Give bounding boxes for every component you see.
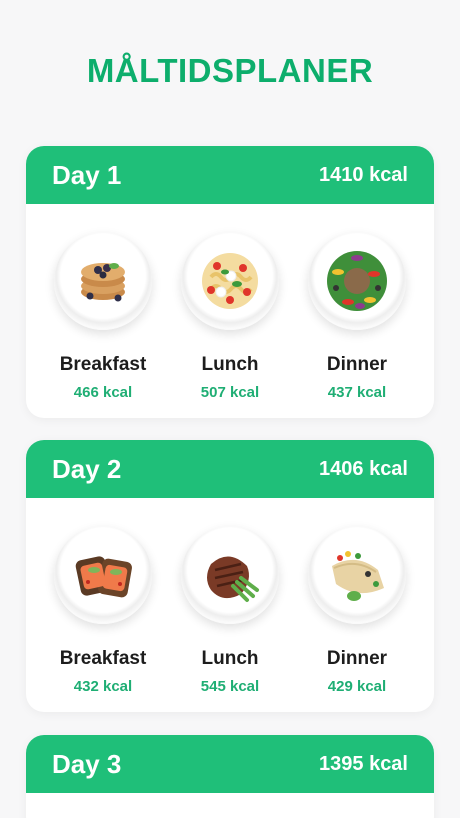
tuna-salad-plate-icon [308,232,406,330]
pasta-salad-plate-icon [181,232,279,330]
meal-name: Breakfast [59,648,147,669]
meal-list: Breakfast 466 kcal Lunch 507 kcal Dinner… [26,204,434,401]
salmon-toast-plate-icon [54,526,152,624]
day-card-1[interactable]: Day 1 1410 kcal Breakfast 466 kcal Lunch… [26,146,434,418]
day-header[interactable]: Day 3 1395 kcal [26,735,434,793]
day-title: Day 2 [52,453,122,484]
day-card-2[interactable]: Day 2 1406 kcal Breakfast 432 kcal Lunch… [26,440,434,712]
page-title: MÅLTIDSPLANER [86,52,374,89]
day-header[interactable]: Day 2 1406 kcal [26,440,434,498]
meal-dinner[interactable]: Dinner 437 kcal [302,232,412,401]
day-kcal-total: 1410 kcal [319,163,408,186]
day-title: Day 1 [52,159,122,190]
steak-plate-icon [181,526,279,624]
meal-kcal: 437 kcal [327,384,387,401]
meal-kcal: 429 kcal [327,678,387,695]
pancakes-plate-icon [54,232,152,330]
meal-kcal: 432 kcal [73,678,133,695]
meal-name: Dinner [326,354,388,375]
meal-kcal: 507 kcal [200,384,260,401]
day-card-3[interactable]: Day 3 1395 kcal [26,735,434,818]
meal-name: Breakfast [59,354,147,375]
day-kcal-total: 1406 kcal [319,457,408,480]
day-header[interactable]: Day 1 1410 kcal [26,146,434,204]
meal-name: Dinner [326,648,388,669]
meal-kcal: 466 kcal [73,384,133,401]
day-title: Day 3 [52,748,122,779]
meal-breakfast[interactable]: Breakfast 432 kcal [48,526,158,695]
meal-dinner[interactable]: Dinner 429 kcal [302,526,412,695]
meal-name: Lunch [201,648,259,669]
meal-lunch[interactable]: Lunch 545 kcal [175,526,285,695]
meal-kcal: 545 kcal [200,678,260,695]
day-kcal-total: 1395 kcal [319,752,408,775]
meal-name: Lunch [201,354,259,375]
meal-list: Breakfast 432 kcal Lunch 545 kcal Dinner… [26,498,434,695]
wrap-plate-icon [308,526,406,624]
meal-breakfast[interactable]: Breakfast 466 kcal [48,232,158,401]
meal-lunch[interactable]: Lunch 507 kcal [175,232,285,401]
